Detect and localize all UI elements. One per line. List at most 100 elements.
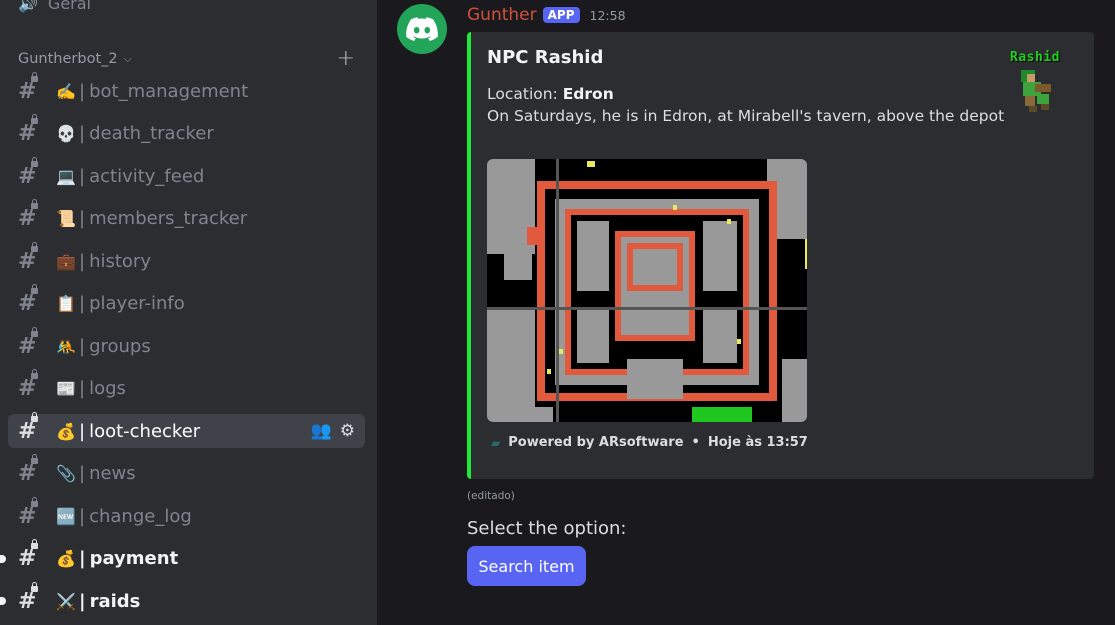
channel-loot-checker[interactable]: # 💰 | loot-checker 👥 ⚙ (8, 411, 365, 448)
search-item-button[interactable]: Search item (467, 546, 586, 586)
footer-text: Powered by ARsoftware (508, 435, 684, 450)
channel-emoji: 📰 (56, 379, 76, 398)
channel-groups[interactable]: # 🤼 | groups (8, 326, 365, 363)
channel-separator: | (79, 208, 86, 229)
map-drawing (487, 159, 807, 422)
channel-name: activity_feed (89, 165, 205, 187)
hashtag-lock-icon: # (18, 284, 42, 316)
npc-embed: NPC Rashid Location: Edron On Saturdays,… (467, 32, 1094, 479)
message-timestamp: 12:58 (589, 7, 626, 23)
embed-location: Location: Edron (487, 85, 614, 103)
channel-raids[interactable]: # ⚔️ | raids (0, 581, 365, 618)
unread-indicator (0, 554, 6, 563)
footer-dot: • (691, 435, 700, 450)
channel-separator: | (79, 548, 86, 569)
embed-title: NPC Rashid (487, 47, 604, 68)
channel-player-info[interactable]: # 📋 | player-info (8, 284, 365, 321)
channel-history[interactable]: # 💼 | history (8, 241, 365, 278)
channel-name: bot_management (89, 80, 249, 102)
avatar[interactable] (397, 4, 447, 54)
channel-separator: | (79, 250, 86, 272)
channel-emoji: 📜 (56, 209, 76, 228)
channel-news[interactable]: # 📎 | news (8, 454, 365, 491)
discord-logo-icon (406, 17, 438, 41)
hashtag-lock-icon: # (18, 369, 42, 401)
channel-separator: | (79, 378, 86, 399)
footer-time: Hoje às 13:57 (707, 435, 808, 450)
channel-geral[interactable]: 🔊 Geral (18, 0, 91, 14)
gear-icon[interactable]: ⚙ (340, 421, 355, 441)
channel-emoji: ✍️ (56, 81, 76, 101)
hashtag-lock-icon: # (18, 114, 42, 146)
speaker-icon: 🔊 (18, 0, 38, 13)
channel-emoji: 📎 (56, 464, 76, 483)
app-badge: APP (542, 7, 580, 23)
add-member-icon[interactable]: 👥 (311, 421, 332, 441)
hashtag-lock-icon: # (18, 581, 42, 614)
hashtag-lock-icon: # (18, 454, 42, 486)
author-name[interactable]: Gunther (467, 5, 537, 25)
channel-name: logs (89, 378, 126, 399)
channel-emoji: 📋 (56, 294, 76, 313)
channel-separator: | (79, 590, 86, 612)
npc-sprite-icon (1021, 70, 1051, 112)
hashtag-lock-icon: # (18, 411, 42, 444)
channel-name: change_log (89, 505, 192, 527)
channel-name: news (89, 463, 136, 484)
channel-separator: | (79, 123, 86, 144)
plus-icon[interactable]: + (337, 48, 355, 70)
channel-separator: | (79, 165, 86, 187)
channel-list: # ✍️ | bot_management # 💀 | death_tracker # 💻 | act… (0, 71, 365, 625)
channel-bot-management[interactable]: # ✍️ | bot_management (8, 71, 365, 108)
hashtag-lock-icon: # (18, 539, 42, 571)
embed-description: On Saturdays, he is in Edron, at Mirabel… (487, 107, 1005, 125)
channel-name: raids (89, 590, 141, 612)
chevron-down-icon: ⌵ (123, 52, 132, 65)
location-value: Edron (562, 85, 614, 103)
hashtag-lock-icon: # (18, 199, 42, 231)
map-image[interactable] (487, 159, 807, 422)
edited-label: (editado) (467, 490, 515, 502)
channel-emoji: ⚔️ (56, 591, 76, 611)
channel-activity-feed[interactable]: # 💻 | activity_feed (8, 156, 365, 193)
channel-name: loot-checker (89, 420, 201, 442)
channel-emoji: 🤼 (56, 336, 76, 356)
hashtag-lock-icon: # (18, 326, 42, 359)
channel-separator: | (79, 80, 86, 102)
channel-separator: | (79, 420, 86, 442)
category-header[interactable]: Guntherbot_2 ⌵ + (18, 47, 355, 71)
channel-members-tracker[interactable]: # 📜 | members_tracker (8, 199, 365, 236)
hashtag-lock-icon: # (18, 156, 42, 189)
channel-separator: | (79, 293, 86, 314)
category-name: Guntherbot_2 (18, 51, 118, 67)
channel-name: payment (89, 548, 179, 569)
npc-thumbnail[interactable]: Rashid (1005, 48, 1065, 118)
footer-logo-icon: ▰ (491, 435, 501, 450)
channel-name: history (89, 250, 151, 272)
channel-emoji: 💻 (56, 166, 76, 186)
hashtag-lock-icon: # (18, 496, 42, 529)
channel-death-tracker[interactable]: # 💀 | death_tracker (8, 114, 365, 151)
channel-logs[interactable]: # 📰 | logs (8, 369, 365, 406)
channel-sidebar: 🔊 Geral Guntherbot_2 ⌵ + # ✍️ | bot_managem… (0, 0, 377, 625)
select-prompt: Select the option: (467, 518, 627, 539)
channel-name: groups (89, 335, 151, 357)
channel-emoji: 💰 (56, 549, 76, 568)
unread-indicator (0, 597, 6, 605)
hashtag-lock-icon: # (18, 71, 42, 104)
channel-emoji: 💀 (56, 124, 76, 143)
channel-label: Geral (47, 0, 91, 13)
channel-separator: | (79, 505, 86, 527)
channel-change-log[interactable]: # 🆕 | change_log (8, 496, 365, 533)
channel-separator: | (79, 463, 86, 484)
channel-name: player-info (89, 293, 185, 314)
channel-emoji: 🆕 (56, 506, 76, 526)
channel-separator: | (79, 335, 86, 357)
message-header: Gunther APP 12:58 (467, 5, 626, 25)
channel-payment[interactable]: # 💰 | payment (0, 539, 365, 576)
channel-emoji: 💰 (56, 421, 76, 441)
channel-emoji: 💼 (56, 251, 76, 271)
channel-name: members_tracker (89, 208, 248, 229)
location-label: Location: (487, 85, 563, 103)
embed-footer: ▰ Powered by ARsoftware • Hoje às 13:57 (491, 435, 808, 450)
